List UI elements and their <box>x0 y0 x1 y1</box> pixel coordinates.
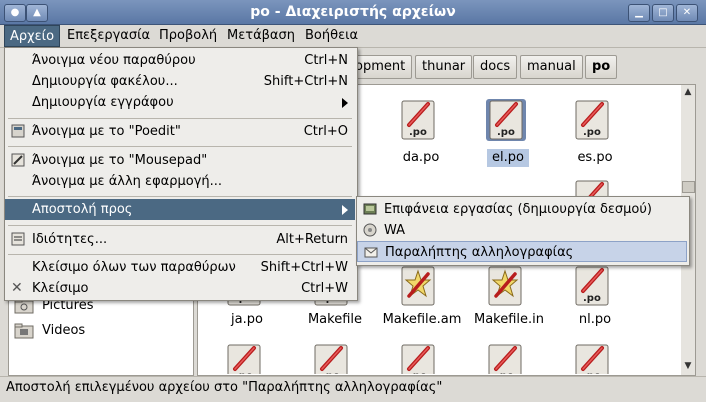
file-label-selected[interactable]: el.po <box>487 149 529 167</box>
menu-item-send-desktop[interactable]: Επιφάνεια εργασίας (δημιουργία δεσμού) <box>357 199 687 220</box>
maximize-button[interactable]: □ <box>652 4 674 22</box>
file-label[interactable]: ja.po <box>214 311 280 329</box>
makefile-am-icon[interactable] <box>400 266 436 306</box>
menu-item-open-poedit[interactable]: Άνοιγμα με το "Poedit" Ctrl+O <box>5 121 355 142</box>
file-label[interactable]: Makefile.am <box>374 311 470 329</box>
close-icon: ✕ <box>682 7 692 18</box>
minimize-button[interactable]: ▁ <box>628 4 650 22</box>
close-icon: ✕ <box>11 280 23 296</box>
menu-help[interactable]: Βοήθεια <box>300 25 363 47</box>
po-file-icon[interactable] <box>400 100 436 140</box>
menu-view[interactable]: Προβολή <box>154 25 222 47</box>
scroll-up-icon[interactable]: ▲ <box>681 85 695 99</box>
properties-icon <box>11 232 25 246</box>
send-to-submenu: Επιφάνεια εργασίας (δημιουργία δεσμού) W… <box>356 196 690 266</box>
menu-file[interactable]: Αρχείο <box>4 25 61 47</box>
menu-item-send-mail[interactable]: Παραλήπτης αλληλογραφίας <box>357 241 687 262</box>
file-label[interactable]: Makefile.in <box>468 311 550 329</box>
mail-icon <box>364 247 378 258</box>
po-file-icon[interactable] <box>574 100 610 140</box>
file-label[interactable]: da.po <box>388 149 454 167</box>
menu-item-create-document[interactable]: Δημιουργία εγγράφου <box>5 92 355 113</box>
status-text: Αποστολή επιλεγμένου αρχείου στο "Παραλή… <box>6 380 443 395</box>
path-button-manual[interactable]: manual <box>520 55 583 79</box>
file-label[interactable]: nl.po <box>568 311 622 329</box>
menu-item-send-wa[interactable]: WA <box>357 220 687 241</box>
po-file-icon[interactable] <box>488 100 524 140</box>
po-file-icon[interactable] <box>574 266 610 306</box>
file-label[interactable]: es.po <box>566 149 624 167</box>
window-title: po - Διαχειριστής αρχείων <box>250 4 456 20</box>
desktop-icon <box>363 203 377 215</box>
po-file-icon[interactable] <box>313 344 349 374</box>
path-button-po[interactable]: po <box>585 55 618 79</box>
side-item-label: Videos <box>42 323 86 338</box>
side-item-videos[interactable]: Videos <box>14 320 85 342</box>
po-file-icon[interactable] <box>487 344 523 374</box>
close-button[interactable]: ✕ <box>676 4 698 22</box>
submenu-arrow-icon <box>342 98 348 108</box>
file-label[interactable]: Makefile <box>300 311 370 329</box>
menu-separator <box>8 146 352 147</box>
file-menu: Άνοιγμα νέου παραθύρου Ctrl+N Δημιουργία… <box>4 47 358 301</box>
makefile-in-icon[interactable] <box>487 266 523 306</box>
menu-item-open-with-other[interactable]: Άνοιγμα με άλλη εφαρμογή... <box>5 171 355 192</box>
menu-separator <box>8 225 352 226</box>
menu-item-open-mousepad[interactable]: Άνοιγμα με το "Mousepad" <box>5 150 355 171</box>
mousepad-icon <box>11 153 25 167</box>
menu-go[interactable]: Μετάβαση <box>222 25 300 47</box>
menu-item-close-all[interactable]: Κλείσιμο όλων των παραθύρων Shift+Ctrl+W <box>5 257 355 278</box>
menu-separator <box>8 118 352 119</box>
scroll-down-icon[interactable]: ▼ <box>681 359 695 373</box>
submenu-arrow-icon <box>342 205 348 215</box>
menu-edit[interactable]: Επεξεργασία <box>62 25 155 47</box>
menu-item-send-to[interactable]: Αποστολή προς <box>5 199 355 220</box>
maximize-icon: □ <box>658 7 668 18</box>
poedit-icon <box>11 124 25 138</box>
menu-item-properties[interactable]: Ιδιότητες... Alt+Return <box>5 229 355 250</box>
po-file-icon[interactable] <box>400 344 436 374</box>
minimize-icon: ▁ <box>635 7 643 18</box>
scroll-thumb[interactable] <box>682 181 695 193</box>
drive-icon <box>363 223 377 237</box>
folder-videos-icon <box>14 323 34 338</box>
po-file-icon[interactable] <box>574 344 610 374</box>
menu-separator <box>8 196 352 197</box>
menu-item-create-folder[interactable]: Δημιουργία φακέλου... Shift+Ctrl+N <box>5 71 355 92</box>
menu-item-close[interactable]: ✕ Κλείσιμο Ctrl+W <box>5 278 355 299</box>
menu-item-new-window[interactable]: Άνοιγμα νέου παραθύρου Ctrl+N <box>5 50 355 71</box>
path-button-docs[interactable]: docs <box>473 55 518 79</box>
po-file-icon[interactable] <box>226 344 262 374</box>
path-button-thunar[interactable]: thunar <box>415 55 473 79</box>
menu-separator <box>8 254 352 255</box>
